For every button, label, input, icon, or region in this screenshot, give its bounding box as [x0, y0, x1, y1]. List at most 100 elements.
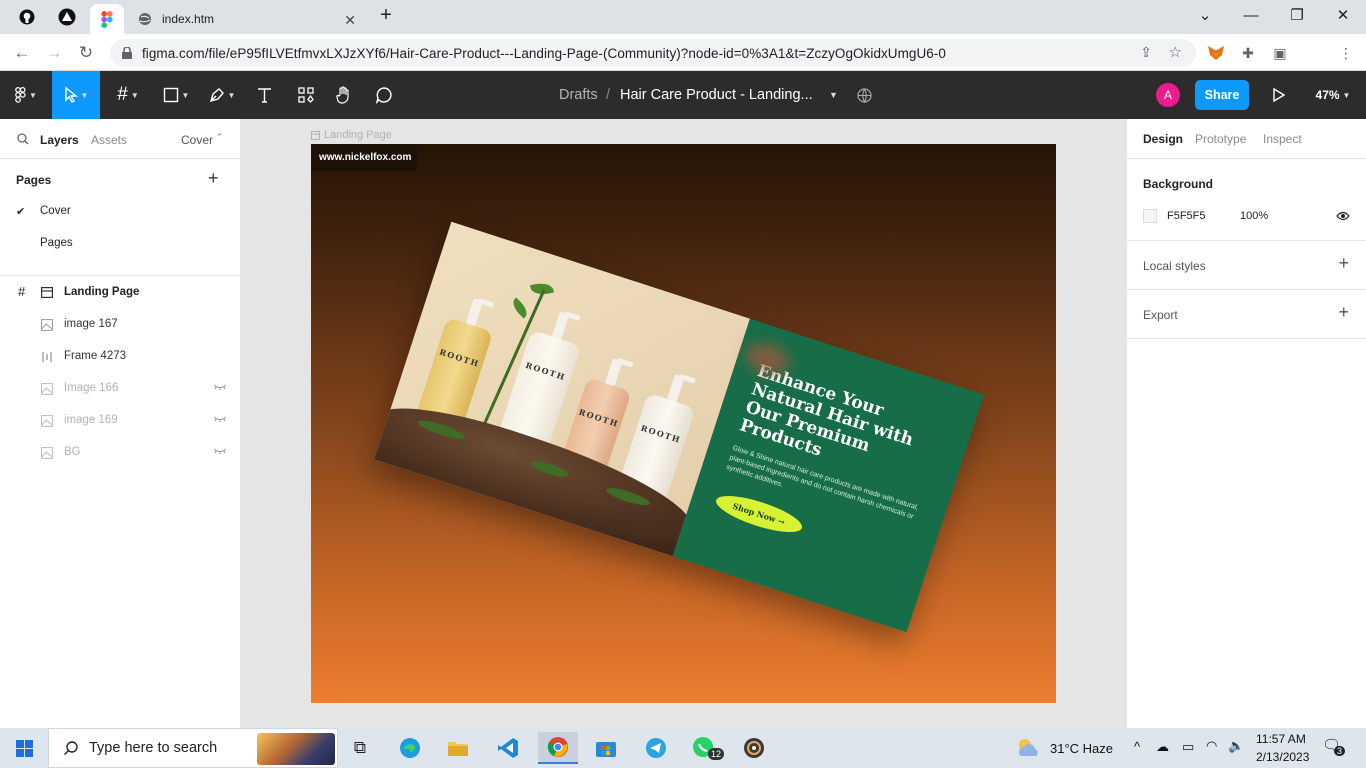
store-app[interactable] — [586, 732, 626, 764]
page-switcher[interactable]: Cover — [181, 133, 213, 147]
add-page-plus-icon[interactable]: + — [208, 168, 219, 189]
canvas[interactable]: Landing Page www.nickelfox.com ROOTH ROO… — [241, 119, 1126, 728]
telegram-app[interactable] — [636, 732, 676, 764]
tab-prototype[interactable]: Prototype — [1195, 132, 1246, 146]
clock-date[interactable]: 2/13/2023 — [1256, 750, 1309, 764]
side-panel-button[interactable]: ▣ — [1270, 43, 1290, 63]
browser-menu-button[interactable]: ⋮ — [1336, 43, 1356, 63]
whatsapp-app[interactable]: 12 — [684, 732, 725, 764]
clock-time[interactable]: 11:57 AM — [1256, 732, 1306, 746]
present-button[interactable] — [1268, 71, 1290, 119]
notifications-button[interactable]: 🗨 3 — [1322, 736, 1346, 760]
tab-index-htm[interactable]: index.htm ✕ — [128, 4, 364, 34]
close-window-button[interactable]: ✕ — [1320, 0, 1366, 30]
notification-count: 3 — [1334, 746, 1346, 756]
add-style-plus-icon[interactable]: + — [1338, 253, 1349, 274]
eye-icon[interactable] — [1336, 211, 1350, 221]
edge-app[interactable] — [390, 732, 430, 764]
breadcrumb-drafts[interactable]: Drafts — [559, 71, 598, 119]
restore-button[interactable]: ❐ — [1274, 0, 1320, 30]
cursor-arrow-icon — [64, 87, 78, 103]
tab-search-button[interactable]: ⌄ — [1182, 0, 1228, 30]
shop-now-button[interactable]: Shop Now → — [712, 488, 806, 539]
minimize-button[interactable]: — — [1228, 0, 1274, 30]
back-button[interactable]: ← — [8, 39, 36, 67]
resources-button[interactable] — [292, 71, 320, 119]
background-color-swatch[interactable] — [1143, 209, 1157, 223]
background-hex-input[interactable]: F5F5F5 — [1167, 210, 1206, 222]
landing-page-frame[interactable]: www.nickelfox.com ROOTH ROOTH ROOTH ROOT… — [311, 144, 1056, 703]
file-explorer-app[interactable] — [438, 732, 478, 764]
tab-design[interactable]: Design — [1143, 132, 1183, 146]
share-page-icon[interactable]: ⇪ — [1140, 44, 1152, 61]
collaborator-avatar[interactable]: A — [1156, 83, 1180, 107]
forward-button[interactable]: → — [40, 39, 68, 67]
layer-item[interactable]: BG — [0, 436, 240, 468]
layer-item[interactable]: image 169 — [0, 404, 240, 436]
eye-closed-icon[interactable] — [213, 446, 227, 456]
figma-tab[interactable] — [90, 4, 124, 34]
pen-tool-button[interactable]: ▼ — [202, 71, 242, 119]
search-icon[interactable] — [17, 133, 29, 145]
layer-item[interactable]: image 167 — [0, 308, 240, 340]
wifi-icon[interactable]: ◠ — [1206, 738, 1217, 754]
chrome-app[interactable] — [538, 732, 578, 764]
add-export-plus-icon[interactable]: + — [1338, 302, 1349, 323]
image-icon — [41, 383, 53, 395]
meet-now-icon[interactable]: ☁ — [1156, 739, 1169, 755]
site-tag: www.nickelfox.com — [311, 144, 417, 171]
layer-item[interactable]: Image 166 — [0, 372, 240, 404]
main-menu-button[interactable]: ▼ — [4, 71, 48, 119]
shape-tool-button[interactable]: ▼ — [156, 71, 196, 119]
product-banner[interactable]: ROOTH ROOTH ROOTH ROOTH Enhance Your Nat… — [374, 221, 984, 633]
file-menu-chevron-icon[interactable]: ▼ — [829, 71, 838, 119]
team-globe-icon[interactable] — [857, 71, 872, 119]
tab-layers[interactable]: Layers — [40, 133, 79, 147]
frame-layout-icon — [311, 130, 320, 140]
metamask-extension[interactable] — [1206, 43, 1226, 63]
background-opacity-input[interactable]: 100% — [1240, 210, 1268, 222]
layer-frame-landing-page[interactable]: # Landing Page — [0, 276, 240, 308]
obs-app[interactable] — [734, 732, 774, 764]
search-icon — [64, 741, 78, 755]
background-title: Background — [1143, 177, 1214, 191]
hand-tool-button[interactable] — [330, 71, 358, 119]
page-item-pages[interactable]: Pages — [0, 228, 240, 260]
extensions-button[interactable]: ✚ — [1238, 43, 1258, 63]
frame-label[interactable]: Landing Page — [311, 129, 392, 141]
taskbar-search[interactable]: Type here to search — [48, 728, 338, 768]
eye-closed-icon[interactable] — [213, 414, 227, 424]
github-tab[interactable] — [12, 4, 42, 30]
text-tool-button[interactable] — [250, 71, 278, 119]
search-highlight-illustration — [257, 733, 335, 765]
reload-button[interactable]: ↻ — [72, 39, 100, 67]
weather-text[interactable]: 31°C Haze — [1050, 741, 1113, 756]
page-item-cover[interactable]: ✔ Cover — [0, 196, 240, 228]
frame-label-text: Landing Page — [324, 129, 392, 141]
vscode-app[interactable] — [488, 732, 528, 764]
local-styles-title: Local styles — [1143, 259, 1206, 273]
share-button[interactable]: Share — [1195, 80, 1249, 110]
chevron-up-icon[interactable]: ^ — [1134, 739, 1140, 754]
volume-icon[interactable]: 🔈 — [1228, 738, 1244, 754]
url-field[interactable]: figma.com/file/eP95fILVEtfmvxLXJzXYf6/Ha… — [110, 39, 1196, 67]
figma-logo-icon — [15, 87, 26, 103]
new-tab-button[interactable]: + — [366, 0, 406, 30]
frame-tool-button[interactable]: # ▼ — [108, 71, 148, 119]
task-view-button[interactable]: ⧉ — [340, 732, 380, 764]
comment-tool-button[interactable] — [370, 71, 398, 119]
file-name[interactable]: Hair Care Product - Landing... — [620, 71, 813, 119]
move-tool-button[interactable]: ▼ — [52, 71, 100, 119]
tab-inspect[interactable]: Inspect — [1263, 132, 1302, 146]
chevron-up-icon[interactable]: ⌃ — [216, 132, 224, 143]
eye-closed-icon[interactable] — [213, 382, 227, 392]
battery-icon[interactable]: ▭ — [1182, 739, 1194, 755]
start-button[interactable] — [4, 732, 44, 764]
tab-assets[interactable]: Assets — [91, 133, 127, 147]
close-tab-icon[interactable]: ✕ — [344, 12, 356, 29]
bookmark-star-icon[interactable]: ☆ — [1169, 43, 1182, 61]
zoom-dropdown[interactable]: 47% ▼ — [1310, 71, 1356, 119]
export-section: Export + — [1127, 289, 1366, 338]
layer-item[interactable]: Frame 4273 — [0, 340, 240, 372]
vercel-tab[interactable] — [52, 4, 82, 30]
